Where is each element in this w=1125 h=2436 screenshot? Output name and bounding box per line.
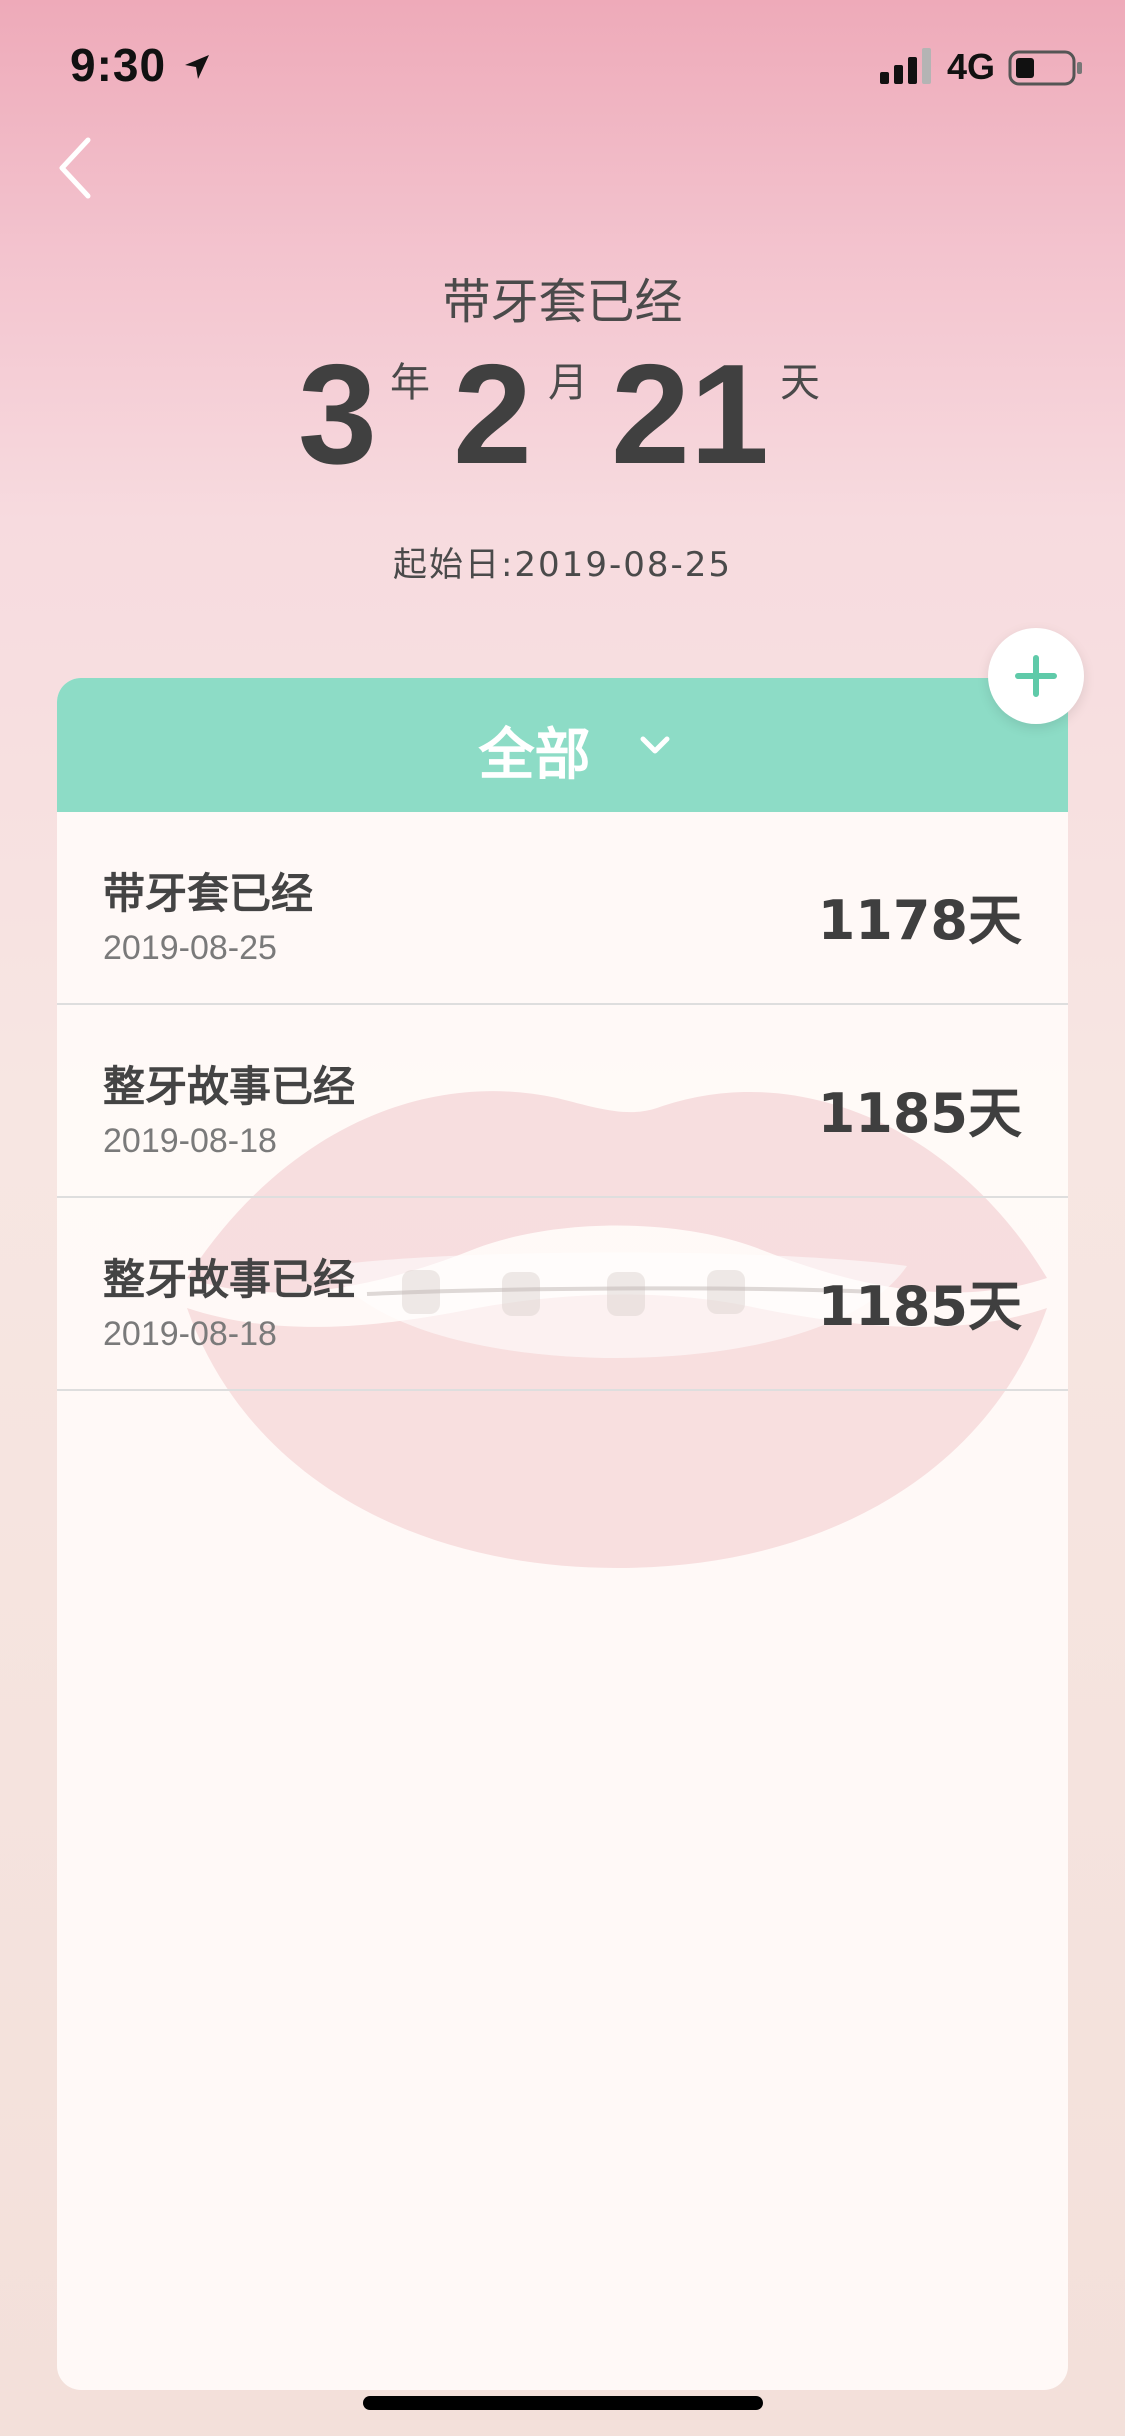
location-arrow-icon (185, 55, 209, 79)
start-date: 起始日:2019-08-25 (392, 545, 733, 585)
cellular-signal-icon (880, 48, 931, 84)
home-indicator (363, 2396, 763, 2410)
months-value: 2 (453, 335, 532, 494)
filter-dropdown[interactable]: 全部 (57, 678, 1068, 812)
days-value: 21 (611, 335, 769, 494)
battery-icon (1008, 50, 1082, 86)
item-date: 2019-08-25 (103, 929, 277, 967)
item-days: 1185天 (817, 1275, 1022, 1338)
item-date: 2019-08-18 (103, 1122, 277, 1160)
duration-counter: 3 年 2 月 21 天 (0, 340, 1125, 490)
add-button[interactable] (988, 628, 1084, 724)
item-title: 整牙故事已经 (103, 1062, 356, 1111)
list-item[interactable]: 整牙故事已经 2019-08-18 1185天 (57, 1198, 1068, 1391)
page-title: 带牙套已经 (442, 274, 683, 330)
chevron-left-icon (59, 137, 91, 199)
list-item[interactable]: 整牙故事已经 2019-08-18 1185天 (57, 1005, 1068, 1198)
status-bar: 9:30 4G (0, 0, 1125, 130)
network-label: 4G (947, 46, 996, 87)
years-unit: 年 (390, 360, 430, 406)
status-time: 9:30 (70, 39, 167, 91)
years-value: 3 (298, 335, 377, 494)
item-days: 1185天 (817, 1082, 1022, 1145)
plus-icon (1015, 655, 1057, 697)
records-card: 全部 带牙套已经 2019-08-25 1178天 整牙故事已经 2019-08… (57, 678, 1068, 2390)
item-days: 1178天 (817, 889, 1022, 952)
months-unit: 月 (548, 360, 588, 406)
item-title: 带牙套已经 (103, 869, 314, 918)
item-title: 整牙故事已经 (103, 1255, 356, 1304)
list-item[interactable]: 带牙套已经 2019-08-25 1178天 (57, 812, 1068, 1005)
item-date: 2019-08-18 (103, 1315, 277, 1353)
back-button[interactable] (50, 128, 110, 208)
records-list: 带牙套已经 2019-08-25 1178天 整牙故事已经 2019-08-18… (57, 812, 1068, 1391)
filter-label: 全部 (478, 723, 591, 788)
chevron-down-icon (640, 736, 670, 754)
days-unit: 天 (780, 360, 820, 406)
